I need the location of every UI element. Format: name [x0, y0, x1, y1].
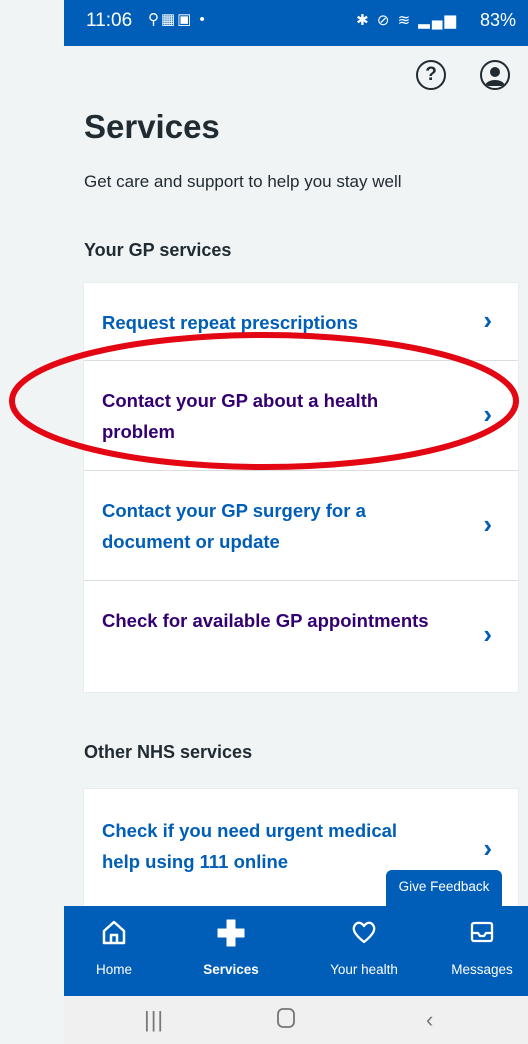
service-link-label: Check if you need urgent medical help us…: [102, 820, 398, 872]
nav-your-health[interactable]: Your health: [310, 906, 418, 996]
give-feedback-button[interactable]: Give Feedback: [386, 870, 502, 906]
question-circle-icon[interactable]: ?: [416, 60, 446, 90]
account-circle-icon[interactable]: [480, 60, 510, 90]
nav-label: Home: [95, 962, 132, 977]
nav-label: Your health: [330, 962, 398, 977]
inbox-icon: [436, 918, 528, 962]
heart-icon: [310, 918, 418, 962]
chevron-right-icon: ›: [483, 305, 492, 335]
nav-label: Services: [203, 962, 259, 977]
plus-icon: [186, 918, 276, 962]
nav-services[interactable]: Services: [186, 906, 276, 996]
service-link-label: Contact your GP surgery for a document o…: [102, 500, 366, 552]
service-link-label: Request repeat prescriptions: [102, 312, 358, 333]
service-link-gp-appointments[interactable]: Check for available GP appointments ›: [84, 581, 518, 692]
page-title: Services: [84, 108, 220, 145]
gp-services-card: Request repeat prescriptions › Contact y…: [83, 282, 519, 693]
nav-home[interactable]: Home: [84, 906, 144, 996]
battery-level: 83%: [479, 10, 516, 30]
page-subtitle: Get care and support to help you stay we…: [84, 172, 402, 191]
connectivity-icons: ✱ ⊘ ≋ ▂▄▆: [356, 12, 458, 29]
chevron-right-icon: ›: [483, 509, 492, 539]
home-icon: [84, 918, 144, 962]
status-bar: 11:06 ⚲▦▣ • ✱ ⊘ ≋ ▂▄▆ 83%: [64, 0, 528, 46]
chevron-right-icon: ›: [483, 619, 492, 649]
nav-label: Messages: [451, 962, 513, 977]
chevron-right-icon: ›: [483, 833, 492, 863]
chevron-right-icon: ›: [483, 399, 492, 429]
service-link-contact-gp-health-problem[interactable]: Contact your GP about a health problem ›: [84, 361, 518, 471]
gp-services-heading: Your GP services: [84, 240, 232, 260]
nav-messages[interactable]: Messages: [436, 906, 528, 996]
service-link-contact-gp-document[interactable]: Contact your GP surgery for a document o…: [84, 471, 518, 581]
recents-icon[interactable]: |||: [144, 1007, 164, 1033]
other-nhs-services-heading: Other NHS services: [84, 742, 253, 762]
android-system-nav: ||| ‹: [64, 996, 528, 1044]
header-actions: ?: [328, 56, 528, 96]
service-link-repeat-prescriptions[interactable]: Request repeat prescriptions ›: [84, 283, 518, 361]
bottom-nav: Home Services Your health Messages: [64, 906, 528, 996]
status-time: 11:06: [86, 10, 133, 31]
service-link-label: Check for available GP appointments: [102, 610, 429, 631]
back-icon[interactable]: ‹: [426, 1007, 433, 1033]
notification-icons: ⚲▦▣ •: [148, 11, 207, 28]
service-link-label: Contact your GP about a health problem: [102, 390, 379, 442]
system-home-icon[interactable]: [276, 1007, 296, 1035]
